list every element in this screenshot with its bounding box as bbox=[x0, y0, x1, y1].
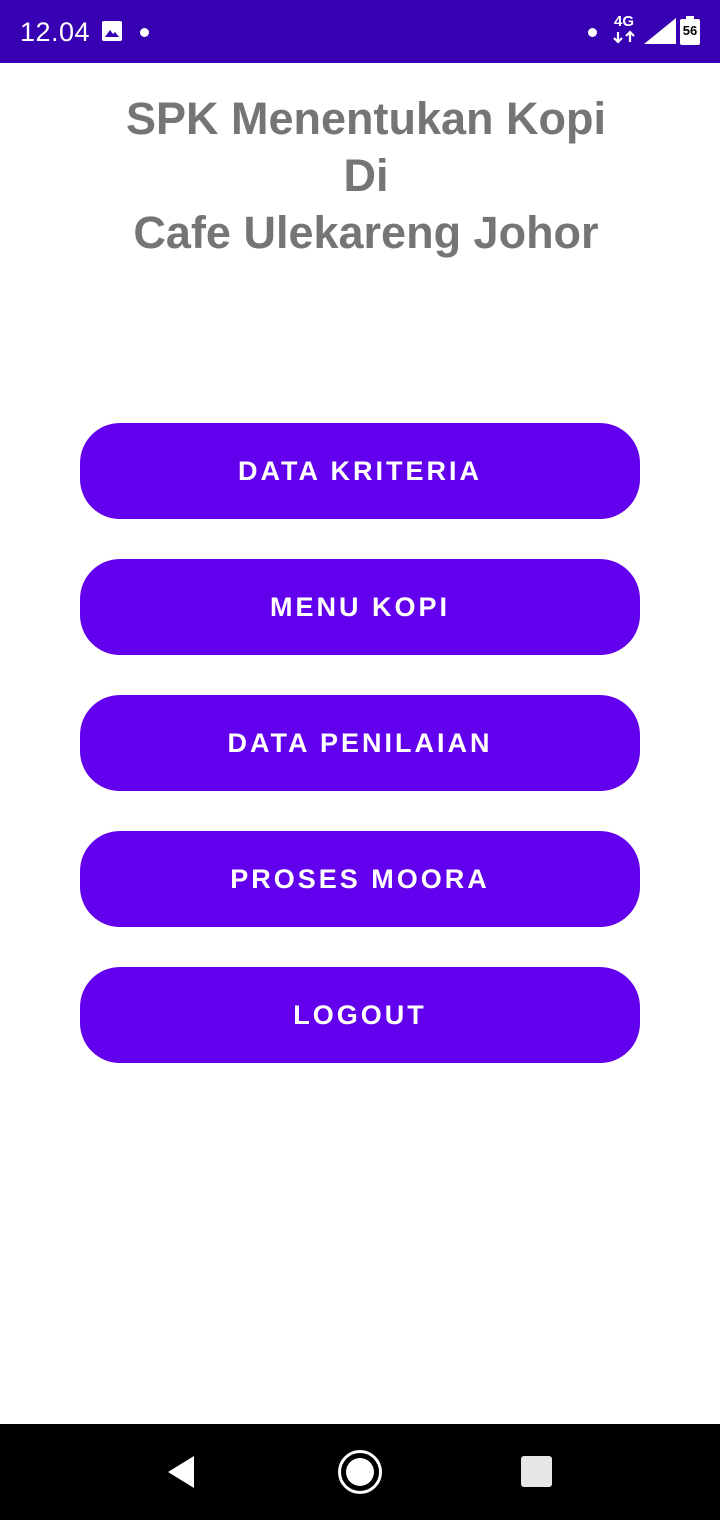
logout-button[interactable]: LOGOUT bbox=[80, 967, 640, 1063]
notification-dot-icon bbox=[588, 28, 597, 37]
home-icon[interactable] bbox=[337, 1449, 383, 1495]
recents-icon[interactable] bbox=[521, 1456, 552, 1487]
page-title: SPK Menentukan Kopi Di Cafe Ulekareng Jo… bbox=[0, 90, 720, 261]
network-4g-icon: 4G bbox=[612, 14, 640, 46]
title-line-3: Cafe Ulekareng Johor bbox=[133, 207, 599, 258]
main-menu-screen: 12.04 4G 56 SPK Menentukan Kopi Di Cafe … bbox=[0, 0, 720, 1520]
data-penilaian-button[interactable]: DATA PENILAIAN bbox=[80, 695, 640, 791]
title-line-2: Di bbox=[343, 150, 389, 201]
network-type-label: 4G bbox=[614, 13, 635, 30]
signal-icon bbox=[644, 18, 676, 44]
status-time: 12.04 bbox=[20, 17, 91, 47]
navigation-bar bbox=[0, 1424, 720, 1520]
menu-kopi-button[interactable]: MENU KOPI bbox=[80, 559, 640, 655]
title-line-1: SPK Menentukan Kopi bbox=[125, 93, 607, 144]
main-menu: DATA KRITERIA MENU KOPI DATA PENILAIAN P… bbox=[80, 423, 640, 1103]
data-kriteria-button[interactable]: DATA KRITERIA bbox=[80, 423, 640, 519]
status-bar: 12.04 4G 56 bbox=[0, 0, 720, 63]
battery-level: 56 bbox=[682, 23, 698, 38]
proses-moora-button[interactable]: PROSES MOORA bbox=[80, 831, 640, 927]
notification-dot-icon bbox=[140, 28, 149, 37]
back-icon[interactable] bbox=[164, 1454, 200, 1490]
image-icon bbox=[102, 21, 122, 41]
